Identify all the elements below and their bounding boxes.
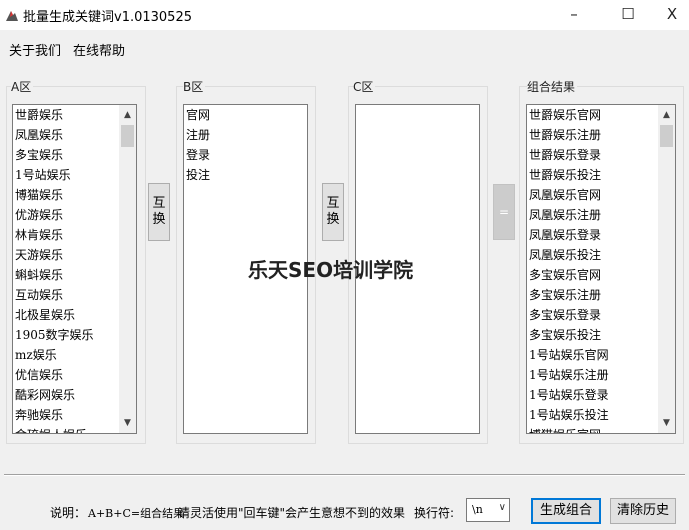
scroll-up-arrow-icon[interactable]: ▲: [658, 107, 675, 123]
list-line: 凤凰娱乐登录: [529, 228, 602, 242]
list-line: 世爵娱乐: [15, 108, 64, 122]
note-tip: 请灵活使用"回车键"会产生意想不到的效果: [178, 506, 406, 520]
list-line: 1号站娱乐登录: [529, 388, 609, 402]
list-line: 1号站娱乐: [15, 168, 71, 182]
generate-button[interactable]: 生成组合: [531, 498, 601, 524]
note-formula: A+B+C=组合结果: [88, 507, 185, 520]
list-line: 北极星娱乐: [15, 308, 76, 322]
list-line: 蝌蚪娱乐: [15, 268, 64, 282]
scroll-down-arrow-icon[interactable]: ▼: [119, 415, 136, 431]
list-line: 多宝娱乐投注: [529, 328, 602, 342]
scroll-up-arrow-icon[interactable]: ▲: [119, 107, 136, 123]
list-line: 凤凰娱乐投注: [529, 248, 602, 262]
result-textbox[interactable]: 世爵娱乐官网 世爵娱乐注册 世爵娱乐登录 世爵娱乐投注 凤凰娱乐官网 凤凰娱乐注册 凤凰娱乐…: [526, 104, 676, 434]
list-line: 登录: [186, 148, 211, 162]
list-a-lines: 世爵娱乐凤凰娱乐多宝娱乐 1号站娱乐博猫娱乐优游娱乐林肯娱乐天游娱乐蝌蚪娱乐互动娱…: [13, 105, 136, 433]
menu-about-us[interactable]: 关于我们: [9, 40, 61, 59]
minimize-button[interactable]: –: [551, 0, 597, 30]
list-line: 1号站娱乐注册: [529, 368, 609, 382]
separator-value: \n: [472, 503, 483, 516]
separator-select[interactable]: \n ∨: [466, 498, 510, 522]
list-line: 多宝娱乐登录: [529, 308, 602, 322]
swap-bc-label: 互换: [326, 196, 340, 227]
group-b-label: B区: [183, 78, 206, 95]
list-line: 优游娱乐: [15, 208, 64, 222]
maximize-button[interactable]: ☐: [605, 0, 651, 30]
list-line: 1905数字娱乐: [15, 328, 94, 342]
scroll-down-arrow-icon[interactable]: ▼: [658, 415, 675, 431]
list-line: 凤凰娱乐注册: [529, 208, 602, 222]
clear-history-button[interactable]: 清除历史: [610, 498, 676, 524]
list-line: 世爵娱乐官网: [529, 108, 602, 122]
group-a-label: A区: [11, 78, 34, 95]
menu-online-help[interactable]: 在线帮助: [73, 40, 125, 59]
list-line: mz娱乐: [15, 348, 57, 362]
group-c-label: C区: [353, 78, 376, 95]
list-line: 博猫娱乐官网: [527, 425, 675, 433]
result-scrollbar[interactable]: ▲ ▼: [658, 105, 675, 433]
list-line: 互动娱乐: [15, 288, 64, 302]
swap-ab-label: 互换: [152, 196, 166, 227]
list-line: 凤凰娱乐官网: [529, 188, 602, 202]
list-line: 金琉娱人娱乐: [13, 425, 136, 433]
list-line: 世爵娱乐注册: [529, 128, 602, 142]
list-line: 注册: [186, 128, 211, 142]
list-line: 酷彩网娱乐: [15, 388, 76, 402]
list-line: 官网: [186, 108, 211, 122]
divider: [4, 474, 685, 476]
list-line: 优信娱乐: [15, 368, 64, 382]
scroll-thumb[interactable]: [660, 125, 673, 147]
group-result-label: 组合结果: [527, 78, 578, 95]
list-line: 多宝娱乐注册: [529, 288, 602, 302]
watermark-text: 乐天SEO培训学院: [248, 258, 414, 282]
list-line: 凤凰娱乐: [15, 128, 64, 142]
separator-label: 换行符:: [414, 506, 455, 520]
list-line: 投注: [186, 168, 211, 182]
close-button[interactable]: X: [649, 0, 689, 30]
list-line: 林肯娱乐: [15, 228, 64, 242]
swap-bc-button[interactable]: 互换: [322, 183, 344, 241]
list-line: 博猫娱乐: [15, 188, 64, 202]
menu-bar: 关于我们 在线帮助: [0, 30, 689, 66]
scroll-thumb[interactable]: [121, 125, 134, 147]
list-a-textbox[interactable]: 世爵娱乐凤凰娱乐多宝娱乐 1号站娱乐博猫娱乐优游娱乐林肯娱乐天游娱乐蝌蚪娱乐互动娱…: [12, 104, 137, 434]
result-lines: 世爵娱乐官网 世爵娱乐注册 世爵娱乐登录 世爵娱乐投注 凤凰娱乐官网 凤凰娱乐注册 凤凰娱乐…: [527, 105, 675, 433]
equals-button[interactable]: =: [493, 184, 515, 240]
list-b-lines: 官网 注册 登录 投注: [184, 105, 307, 185]
list-line: 天游娱乐: [15, 248, 64, 262]
list-line: 世爵娱乐投注: [529, 168, 602, 182]
list-line: 1号站娱乐官网: [529, 348, 609, 362]
app-icon: [6, 11, 18, 21]
list-line: 1号站娱乐投注: [529, 408, 609, 422]
note-label: 说明：: [50, 506, 87, 520]
list-a-scrollbar[interactable]: ▲ ▼: [119, 105, 136, 433]
list-line: 多宝娱乐官网: [529, 268, 602, 282]
list-line: 多宝娱乐: [15, 148, 64, 162]
chevron-down-icon[interactable]: ∨: [499, 502, 506, 513]
list-line: 世爵娱乐登录: [529, 148, 602, 162]
title-bar: 批量生成关键词v1.0130525 – ☐ X: [0, 0, 689, 30]
window-title: 批量生成关键词v1.0130525: [23, 10, 192, 25]
list-line: 奔驰娱乐: [15, 408, 64, 422]
swap-ab-button[interactable]: 互换: [148, 183, 170, 241]
